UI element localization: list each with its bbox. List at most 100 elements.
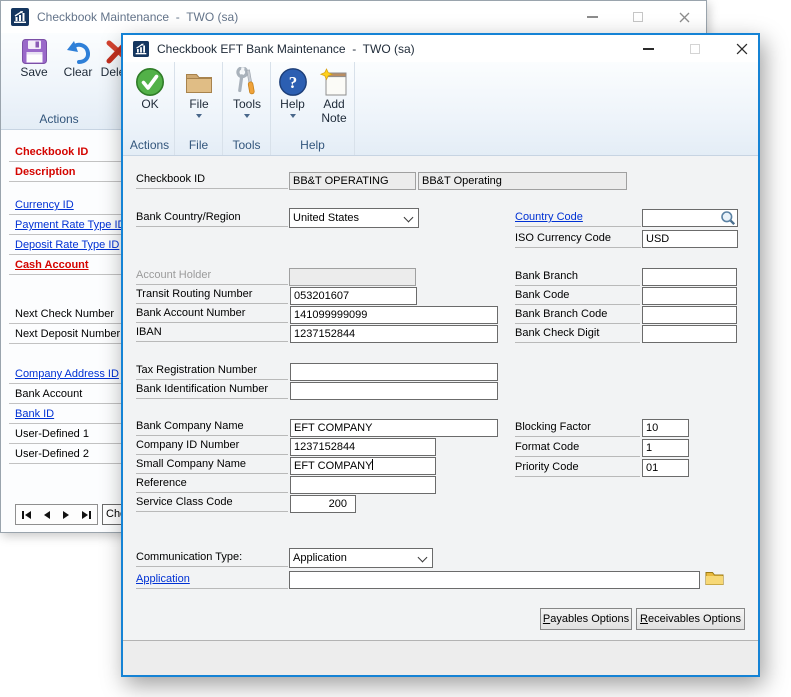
first-record-button[interactable] [22, 511, 31, 519]
prompt-deposit-rate-type-id[interactable]: Deposit Rate Type ID [9, 237, 123, 255]
bank-code-label: Bank Code [515, 288, 640, 305]
bank-country-label: Bank Country/Region [136, 210, 288, 227]
iso-currency-field[interactable]: USD [642, 230, 738, 248]
chevron-down-icon [290, 114, 296, 118]
service-class-label: Service Class Code [136, 495, 288, 512]
prompt-description: Description [9, 164, 123, 182]
bank-account-number-field[interactable]: 141099999099 [290, 306, 498, 324]
fg-ribbon: OK Actions File File Tools Tools [123, 62, 758, 156]
fg-close-button[interactable] [727, 36, 757, 62]
last-record-button[interactable] [82, 511, 91, 519]
account-holder-field [289, 268, 416, 286]
chevron-down-icon [244, 114, 250, 118]
company-id-label: Company ID Number [136, 438, 288, 455]
application-label[interactable]: Application [136, 572, 288, 589]
group-label-file: File [175, 138, 222, 152]
blocking-factor-label: Blocking Factor [515, 420, 640, 437]
svg-text:?: ? [288, 73, 297, 92]
iban-label: IBAN [136, 325, 288, 342]
ribbon-group-file: File File [175, 62, 223, 155]
clear-label: Clear [64, 65, 93, 79]
transit-routing-label: Transit Routing Number [136, 287, 288, 304]
payables-options-button[interactable]: Payables Options [540, 608, 632, 630]
fg-minimize-button[interactable] [633, 36, 663, 62]
small-company-name-field[interactable]: EFT COMPANY [290, 457, 436, 475]
add-note-label-2: Note [321, 111, 346, 125]
bank-company-name-label: Bank Company Name [136, 419, 288, 436]
record-nav-bar [15, 504, 98, 525]
text-cursor [372, 459, 373, 470]
application-browse-button[interactable] [705, 570, 724, 592]
communication-type-dropdown[interactable]: Application [289, 548, 433, 568]
bg-window-title: Checkbook Maintenance - TWO (sa) [37, 10, 238, 24]
chevron-down-icon [196, 114, 202, 118]
clear-icon [65, 38, 92, 65]
country-code-lookup-button[interactable] [720, 210, 736, 231]
iban-field[interactable]: 1237152844 [290, 325, 498, 343]
company-id-field[interactable]: 1237152844 [290, 438, 436, 456]
file-button[interactable]: File [177, 67, 221, 118]
transit-routing-field[interactable]: 053201607 [290, 287, 417, 305]
ok-button[interactable]: OK [128, 67, 172, 111]
bank-check-digit-field[interactable] [642, 325, 737, 343]
account-holder-label: Account Holder [136, 268, 288, 285]
communication-type-label: Communication Type: [136, 550, 288, 567]
prompt-bank-id[interactable]: Bank ID [9, 406, 123, 424]
bank-identification-field[interactable] [290, 382, 498, 400]
bg-ribbon-group-actions: Actions [9, 112, 109, 126]
country-code-label[interactable]: Country Code [515, 210, 641, 227]
priority-code-label: Priority Code [515, 460, 640, 477]
help-button[interactable]: ? Help [272, 67, 313, 118]
application-path-field[interactable] [289, 571, 700, 589]
prompt-next-deposit-number: Next Deposit Number [9, 326, 123, 344]
add-note-button[interactable]: Add Note [313, 67, 355, 125]
bg-minimize-button[interactable] [577, 4, 607, 30]
bank-country-dropdown[interactable]: United States [289, 208, 419, 228]
bank-code-field[interactable] [642, 287, 737, 305]
app-icon [11, 8, 29, 26]
prompt-payment-rate-type-id[interactable]: Payment Rate Type ID [9, 217, 123, 235]
prompt-bank-account: Bank Account [9, 386, 123, 404]
save-button[interactable]: Save [12, 38, 56, 79]
fg-maximize-button[interactable] [680, 36, 710, 62]
desktop: Checkbook Maintenance - TWO (sa) Save Cl… [0, 0, 791, 697]
bank-branch-code-field[interactable] [642, 306, 737, 324]
prompt-currency-id[interactable]: Currency ID [9, 197, 123, 215]
magnifier-icon [720, 210, 736, 226]
bank-check-digit-label: Bank Check Digit [515, 326, 640, 343]
prompt-company-address-id[interactable]: Company Address ID [9, 366, 123, 384]
priority-code-field[interactable]: 01 [642, 459, 689, 477]
prompt-user-defined-1: User-Defined 1 [9, 426, 123, 444]
tax-registration-field[interactable] [290, 363, 498, 381]
add-note-label-1: Add [323, 97, 344, 111]
status-bar [123, 640, 758, 675]
ok-label: OK [141, 97, 158, 111]
folder-icon [705, 570, 724, 587]
tools-button[interactable]: Tools [225, 67, 269, 118]
format-code-field[interactable]: 1 [642, 439, 689, 457]
tools-icon [232, 67, 262, 97]
close-icon [679, 12, 690, 23]
save-label: Save [20, 65, 47, 79]
prompt-cash-account[interactable]: Cash Account [9, 257, 123, 275]
previous-record-button[interactable] [44, 511, 50, 519]
blocking-factor-field[interactable]: 10 [642, 419, 689, 437]
help-label: Help [280, 97, 305, 111]
service-class-field[interactable]: 200 [290, 495, 356, 513]
receivables-options-button[interactable]: Receivables Options [636, 608, 745, 630]
ribbon-group-help: ? Help Add Note Help [271, 62, 355, 155]
tools-label: Tools [233, 97, 261, 111]
prompt-next-check-number: Next Check Number [9, 306, 123, 324]
bg-maximize-button[interactable] [623, 4, 653, 30]
next-record-button[interactable] [63, 511, 69, 519]
reference-field[interactable] [290, 476, 436, 494]
bg-close-button[interactable] [669, 4, 699, 30]
bank-branch-field[interactable] [642, 268, 737, 286]
tax-registration-label: Tax Registration Number [136, 363, 288, 380]
iso-currency-label: ISO Currency Code [515, 231, 641, 248]
bank-account-number-label: Bank Account Number [136, 306, 288, 323]
prompt-user-defined-2: User-Defined 2 [9, 446, 123, 464]
file-label: File [189, 97, 208, 111]
bank-company-name-field[interactable]: EFT COMPANY [290, 419, 498, 437]
fg-window-title: Checkbook EFT Bank Maintenance - TWO (sa… [157, 42, 415, 56]
